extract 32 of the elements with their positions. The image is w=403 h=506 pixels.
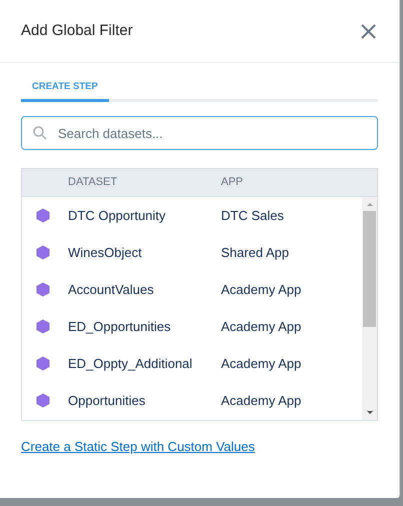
hexagon-icon xyxy=(36,245,50,260)
dataset-name: DTC Opportunity xyxy=(68,206,167,225)
dataset-row[interactable]: ED_Opportunities Academy App xyxy=(22,308,362,345)
dataset-row[interactable]: WinesObject Shared App xyxy=(22,234,362,271)
static-step-link[interactable]: Create a Static Step with Custom Values xyxy=(21,437,255,456)
dataset-row[interactable]: AccountValues Academy App xyxy=(22,271,362,308)
app-name: Shared App xyxy=(221,244,289,262)
hexagon-icon xyxy=(36,319,50,334)
scrollbar[interactable] xyxy=(362,197,377,420)
close-button[interactable] xyxy=(359,22,377,40)
hexagon-icon xyxy=(36,393,50,408)
app-name: DTC Sales xyxy=(221,206,284,225)
dataset-row[interactable]: ED_Oppty_Additional Academy App xyxy=(22,345,362,382)
app-name: Academy App xyxy=(221,392,302,410)
dataset-name: ED_Opportunities xyxy=(68,318,172,336)
hexagon-icon xyxy=(36,282,50,297)
column-header: DATASET xyxy=(68,175,118,190)
app-name: Academy App xyxy=(221,354,302,373)
dataset-name: ED_Oppty_Additional xyxy=(68,354,194,373)
dataset-name: WinesObject xyxy=(68,244,143,262)
hexagon-icon xyxy=(36,208,50,223)
app-name: Academy App xyxy=(221,280,302,299)
hexagon-icon xyxy=(36,356,50,371)
search-field[interactable]: Search datasets... xyxy=(21,116,378,150)
dataset-name: Opportunities xyxy=(68,392,146,410)
search-icon xyxy=(33,126,47,140)
dataset-row[interactable]: DTC Opportunity DTC Sales xyxy=(22,197,362,234)
dataset-name: AccountValues xyxy=(68,280,155,299)
app-name: Academy App xyxy=(221,318,302,336)
column-header: APP xyxy=(221,175,244,190)
dialog-title: Add Global Filter xyxy=(21,20,133,41)
dataset-row[interactable]: Opportunities Academy App xyxy=(22,382,362,419)
